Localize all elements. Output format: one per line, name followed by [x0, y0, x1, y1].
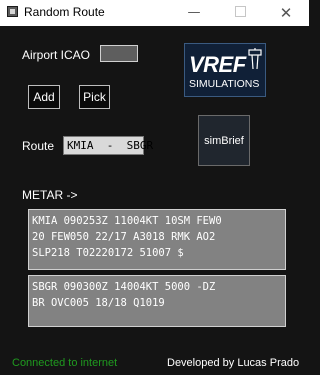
pick-button[interactable]: Pick	[79, 85, 110, 109]
vref-logo-text: VREF	[189, 52, 246, 77]
simbrief-button[interactable]: simBrief	[198, 115, 250, 166]
developer-credit: Developed by Lucas Prado	[167, 357, 300, 369]
app-icon	[7, 6, 18, 17]
airport-icao-label: Airport ICAO	[22, 48, 91, 62]
add-button[interactable]: Add	[28, 85, 60, 109]
route-label: Route	[22, 139, 55, 153]
control-tower-icon	[248, 48, 262, 70]
arrival-metar-box: SBGR 090300Z 14004KT 5000 -DZ BR OVC005 …	[28, 275, 286, 327]
vref-simulations-logo[interactable]: VREF SIMULATIONS	[184, 43, 266, 97]
maximize-button[interactable]	[217, 0, 263, 26]
airport-icao-input[interactable]	[100, 45, 138, 62]
minimize-button[interactable]: —	[171, 0, 217, 26]
departure-metar-box: KMIA 090253Z 11004KT 10SM FEW0 20 FEW050…	[28, 209, 286, 270]
route-display: KMIA - SBGR	[63, 136, 153, 155]
maximize-icon	[234, 5, 246, 17]
connection-status: Connected to internet	[12, 357, 118, 369]
metar-label: METAR ->	[22, 188, 78, 202]
title-bar: Random Route — ✕	[0, 0, 309, 26]
vref-logo-subtext: SIMULATIONS	[189, 78, 260, 90]
window-title: Random Route	[24, 5, 105, 19]
close-button[interactable]: ✕	[263, 0, 309, 26]
